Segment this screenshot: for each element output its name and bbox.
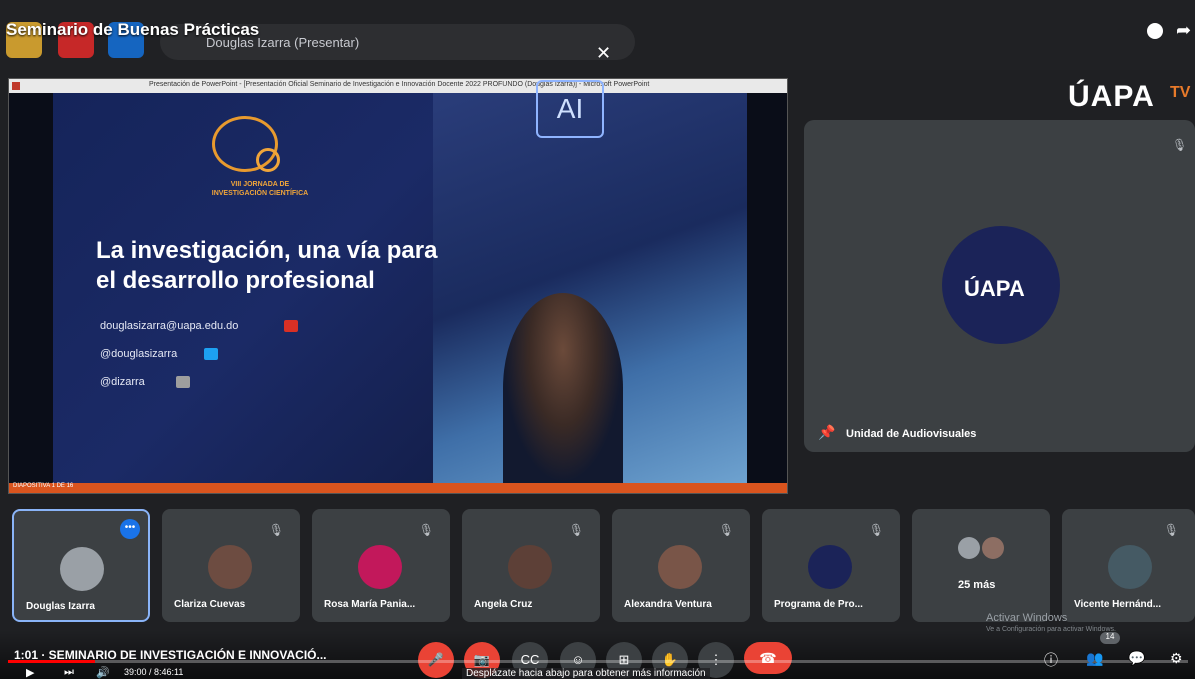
participant-tile[interactable]: 🎙 Rosa María Pania... — [312, 509, 450, 622]
speaker-avatar-text: ÚAPA — [964, 276, 1025, 301]
pin-icon[interactable]: 📌 — [818, 424, 835, 441]
chat-icon[interactable]: 💬 — [1128, 650, 1145, 667]
ppt-app-icon — [12, 82, 20, 90]
jornada-line-2: INVESTIGACIÓN CIENTÍFICA — [211, 190, 309, 197]
mic-off-icon: 🎙 — [1163, 523, 1179, 537]
slide-heading-line-2: el desarrollo profesional — [96, 267, 375, 294]
mic-off-icon: 🎙 — [268, 523, 284, 537]
participant-tile[interactable]: ••• Douglas Izarra — [12, 509, 150, 622]
participant-name: Douglas Izarra — [26, 601, 95, 612]
slide-instagram: @dizarra — [100, 376, 145, 388]
video-title[interactable]: Seminario de Buenas Prácticas — [6, 20, 259, 40]
info-icon[interactable]: ⓘ — [1044, 650, 1058, 670]
people-icon[interactable]: 👥 — [1086, 650, 1103, 667]
mic-off-icon: 🎙 — [418, 523, 434, 537]
next-icon[interactable]: ⏭ — [64, 666, 74, 679]
video-time: 39:00 / 8:46:11 — [124, 667, 184, 677]
jornada-logo-text: VIII JORNADA DE INVESTIGACIÓN CIENTÍFICA — [190, 180, 330, 198]
participant-tile[interactable]: 🎙 Programa de Pro... — [762, 509, 900, 622]
slide-heading-line-1: La investigación, una vía para — [96, 237, 438, 264]
brand-tv: TV — [1170, 84, 1191, 101]
avatar — [982, 537, 1004, 559]
mic-off-icon: 🎙 — [568, 523, 584, 537]
slide-person-image — [503, 293, 623, 483]
participant-name: Vicente Hernánd... — [1074, 599, 1162, 610]
mic-off-icon: 🎙 — [718, 523, 734, 537]
speaker-name: Unidad de Audiovisuales — [846, 428, 977, 440]
watch-later-icon[interactable] — [1147, 23, 1163, 39]
ai-badge: AI — [536, 80, 604, 138]
end-call-button[interactable]: ☎ — [744, 642, 792, 674]
jornada-line-1: VIII JORNADA DE — [230, 181, 290, 188]
twitter-icon — [204, 348, 218, 360]
slide-email: douglasizarra@uapa.edu.do — [100, 320, 239, 332]
instagram-icon — [176, 376, 190, 388]
avatar — [808, 545, 852, 589]
share-icon[interactable]: ➦ — [1176, 20, 1191, 41]
participant-name: Alexandra Ventura — [624, 599, 712, 610]
participant-name: Rosa María Pania... — [324, 599, 416, 610]
video-progress-fill — [8, 660, 96, 663]
participant-name: Programa de Pro... — [774, 599, 863, 610]
magnifier-icon — [256, 148, 280, 172]
avatar — [358, 545, 402, 589]
activate-windows-title: Activar Windows — [986, 612, 1068, 624]
scroll-hint: Desplázate hacia abajo para obtener más … — [462, 668, 710, 679]
mic-off-icon: 🎙 — [1172, 138, 1188, 152]
brand-logo: ÚAPA — [1068, 80, 1155, 113]
slide-heading: La investigación, una vía para el desarr… — [96, 236, 437, 296]
avatar — [60, 547, 104, 591]
avatar — [958, 537, 980, 559]
slide-counter: DIAPOSITIVA 1 DE 16 — [13, 483, 74, 489]
mail-icon — [284, 320, 298, 332]
video-progress-bar[interactable] — [8, 660, 1188, 663]
avatar — [208, 545, 252, 589]
more-participants-count: 25 más — [958, 579, 996, 591]
avatar — [508, 545, 552, 589]
close-icon[interactable]: ✕ — [596, 43, 611, 64]
avatar — [658, 545, 702, 589]
participant-tile[interactable]: 🎙 Alexandra Ventura — [612, 509, 750, 622]
volume-icon[interactable]: 🔊 — [96, 666, 110, 679]
participant-name: Clariza Cuevas — [174, 599, 246, 610]
ppt-titlebar: Presentación de PowerPoint - [Presentaci… — [9, 79, 787, 93]
participant-tile[interactable]: 🎙 Vicente Hernánd... — [1062, 509, 1195, 622]
participants-count-badge: 14 — [1100, 632, 1120, 644]
mic-off-icon: 🎙 — [868, 523, 884, 537]
play-icon[interactable]: ▶ — [26, 666, 34, 679]
participant-tile[interactable]: 🎙 Clariza Cuevas — [162, 509, 300, 622]
avatar — [1108, 545, 1152, 589]
participant-tile-more[interactable]: 25 más — [912, 509, 1050, 622]
participant-name: Angela Cruz — [474, 599, 533, 610]
activities-icon[interactable]: ⚙ — [1170, 650, 1183, 667]
participant-tile[interactable]: 🎙 Angela Cruz — [462, 509, 600, 622]
more-options-icon[interactable]: ••• — [120, 519, 140, 539]
slide-twitter: @douglasizarra — [100, 348, 178, 360]
ppt-status-bar: DIAPOSITIVA 1 DE 16 — [9, 483, 787, 493]
